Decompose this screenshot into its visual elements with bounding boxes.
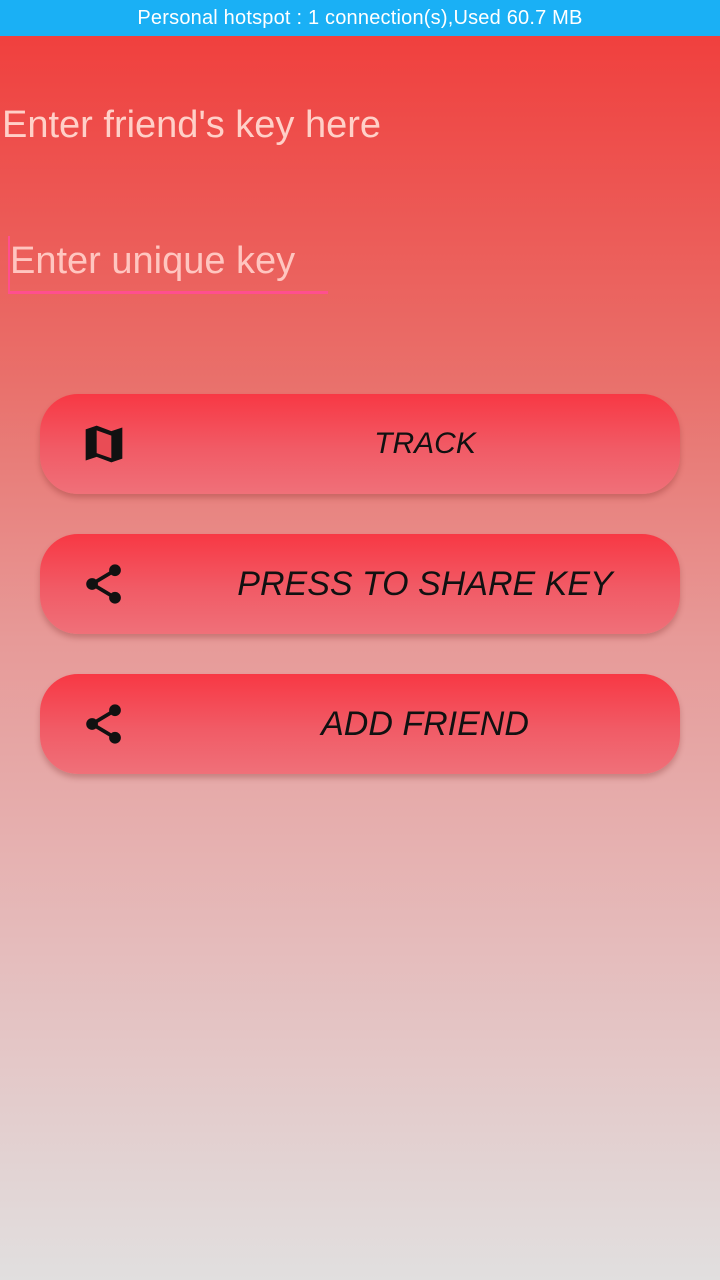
track-button[interactable]: TRACK <box>40 394 680 494</box>
status-bar: Personal hotspot : 1 connection(s),Used … <box>0 0 720 36</box>
share-key-button[interactable]: PRESS TO SHARE KEY <box>40 534 680 634</box>
map-icon <box>85 425 123 463</box>
add-friend-button[interactable]: ADD FRIEND <box>40 674 680 774</box>
status-bar-text: Personal hotspot : 1 connection(s),Used … <box>137 7 583 29</box>
share-key-button-label: PRESS TO SHARE KEY <box>237 565 613 603</box>
add-friend-button-label: ADD FRIEND <box>321 705 529 743</box>
share-icon <box>86 564 121 604</box>
page-heading: Enter friend's key here <box>2 104 381 146</box>
track-button-label: TRACK <box>374 427 476 460</box>
unique-key-input[interactable] <box>8 232 328 294</box>
share-icon <box>86 704 121 744</box>
key-input-container <box>8 232 328 300</box>
